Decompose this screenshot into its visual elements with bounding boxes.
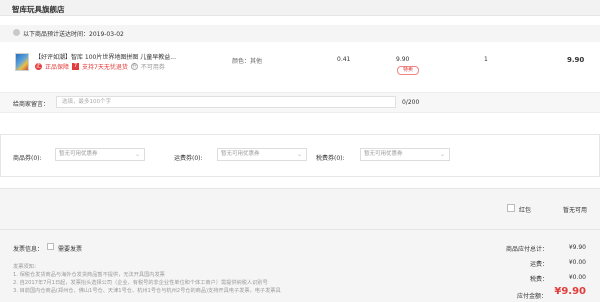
message-label: 给商家留言： [13,101,50,108]
redpack-checkbox[interactable] [507,204,515,212]
badge-authentic: 正品保障 [45,64,70,71]
need-invoice-label[interactable]: 需要发票 [58,244,82,253]
shipping-coupon-select[interactable]: 暂无可用优惠券 ⌄ [217,148,307,161]
shipping-fee-label: 运费： [529,261,548,268]
chevron-down-icon: ⌄ [439,151,445,158]
goods-coupon-label: 商品券(0): [13,155,42,162]
goods-coupon-select[interactable]: 暂无可用优惠券 ⌄ [55,148,145,161]
product-badges: 正 正品保障 7 支持7天无忧退货 券 不可用券 [35,62,165,71]
shipping-coupon-value: 暂无可用优惠券 [221,151,260,157]
tax-fee-label: 税费： [529,276,548,283]
store-header [0,0,600,16]
product-title[interactable]: 【好评如潮】智库 100片世界地图拼图 儿童早教益... [35,52,176,61]
seven-day-icon: 7 [72,63,80,70]
tax-coupon-label: 税费券(0): [316,155,345,162]
product-thumbnail[interactable] [15,53,29,71]
shield-icon: 正 [35,63,42,70]
coupon-icon: 券 [130,63,138,70]
invoice-notes: 发票须知： 1. 保税仓发货商品与海外仓发货商品暂不提供，无法开具国内发票 2.… [13,263,281,295]
product-quantity: 1 [484,56,488,63]
delivery-dot-icon [13,29,20,36]
goods-coupon-value: 暂无可用优惠券 [59,151,98,157]
store-name[interactable]: 智库玩具旗舰店 [12,4,65,15]
product-subtotal: 9.90 [567,56,585,64]
product-color: 颜色：其他 [232,58,263,65]
chevron-down-icon: ⌄ [134,151,140,158]
badge-no-coupon: 不可用券 [140,64,165,71]
tax-fee-value: ¥0.00 [568,274,586,281]
invoice-note-3: 3. 目前国内仓商品(郑州仓、佛山1号仓、天津1号仓、杭州1号仓与杭州2号仓的商… [13,288,281,294]
goods-total-value: ¥9.90 [568,244,586,251]
shipping-estimate: 以下商品预计送达时间：2019-03-02 [23,31,124,38]
message-input[interactable]: 选填，最多100个字 [56,96,396,108]
invoice-note-1: 1. 保税仓发货商品与海外仓发货商品暂不提供，无法开具国内发票 [13,272,165,278]
sale-tag: 特卖 [397,66,419,75]
chevron-down-icon: ⌄ [296,151,302,158]
invoice-label: 发票信息： [13,246,44,253]
redpack-value: 暂无可用 [563,207,588,214]
redpack-label: 红包 [519,207,532,214]
goods-total-label: 商品应付总计： [505,246,548,253]
message-char-count: 0/200 [402,99,420,106]
grand-total-value: ¥9.90 [554,286,586,297]
divider [0,229,600,230]
shipping-fee-value: ¥0.00 [568,259,586,266]
product-price: 9.90 [396,56,410,63]
shipping-coupon-label: 运费券(0): [174,155,203,162]
product-weight: 0.41 [337,56,351,63]
badge-return: 支持7天无忧退货 [82,64,128,71]
tax-coupon-select[interactable]: 暂无可用优惠券 ⌄ [360,148,450,161]
tax-coupon-value: 暂无可用优惠券 [364,151,403,157]
invoice-note-2: 2. 自2017年7月1日起，发票抬头选择公司（企业、有税号的非企业性单位和个体… [13,280,268,286]
grand-total-label: 应付金额： [516,293,547,300]
need-invoice-checkbox[interactable] [47,243,54,250]
invoice-notes-title: 发票须知： [13,264,39,270]
